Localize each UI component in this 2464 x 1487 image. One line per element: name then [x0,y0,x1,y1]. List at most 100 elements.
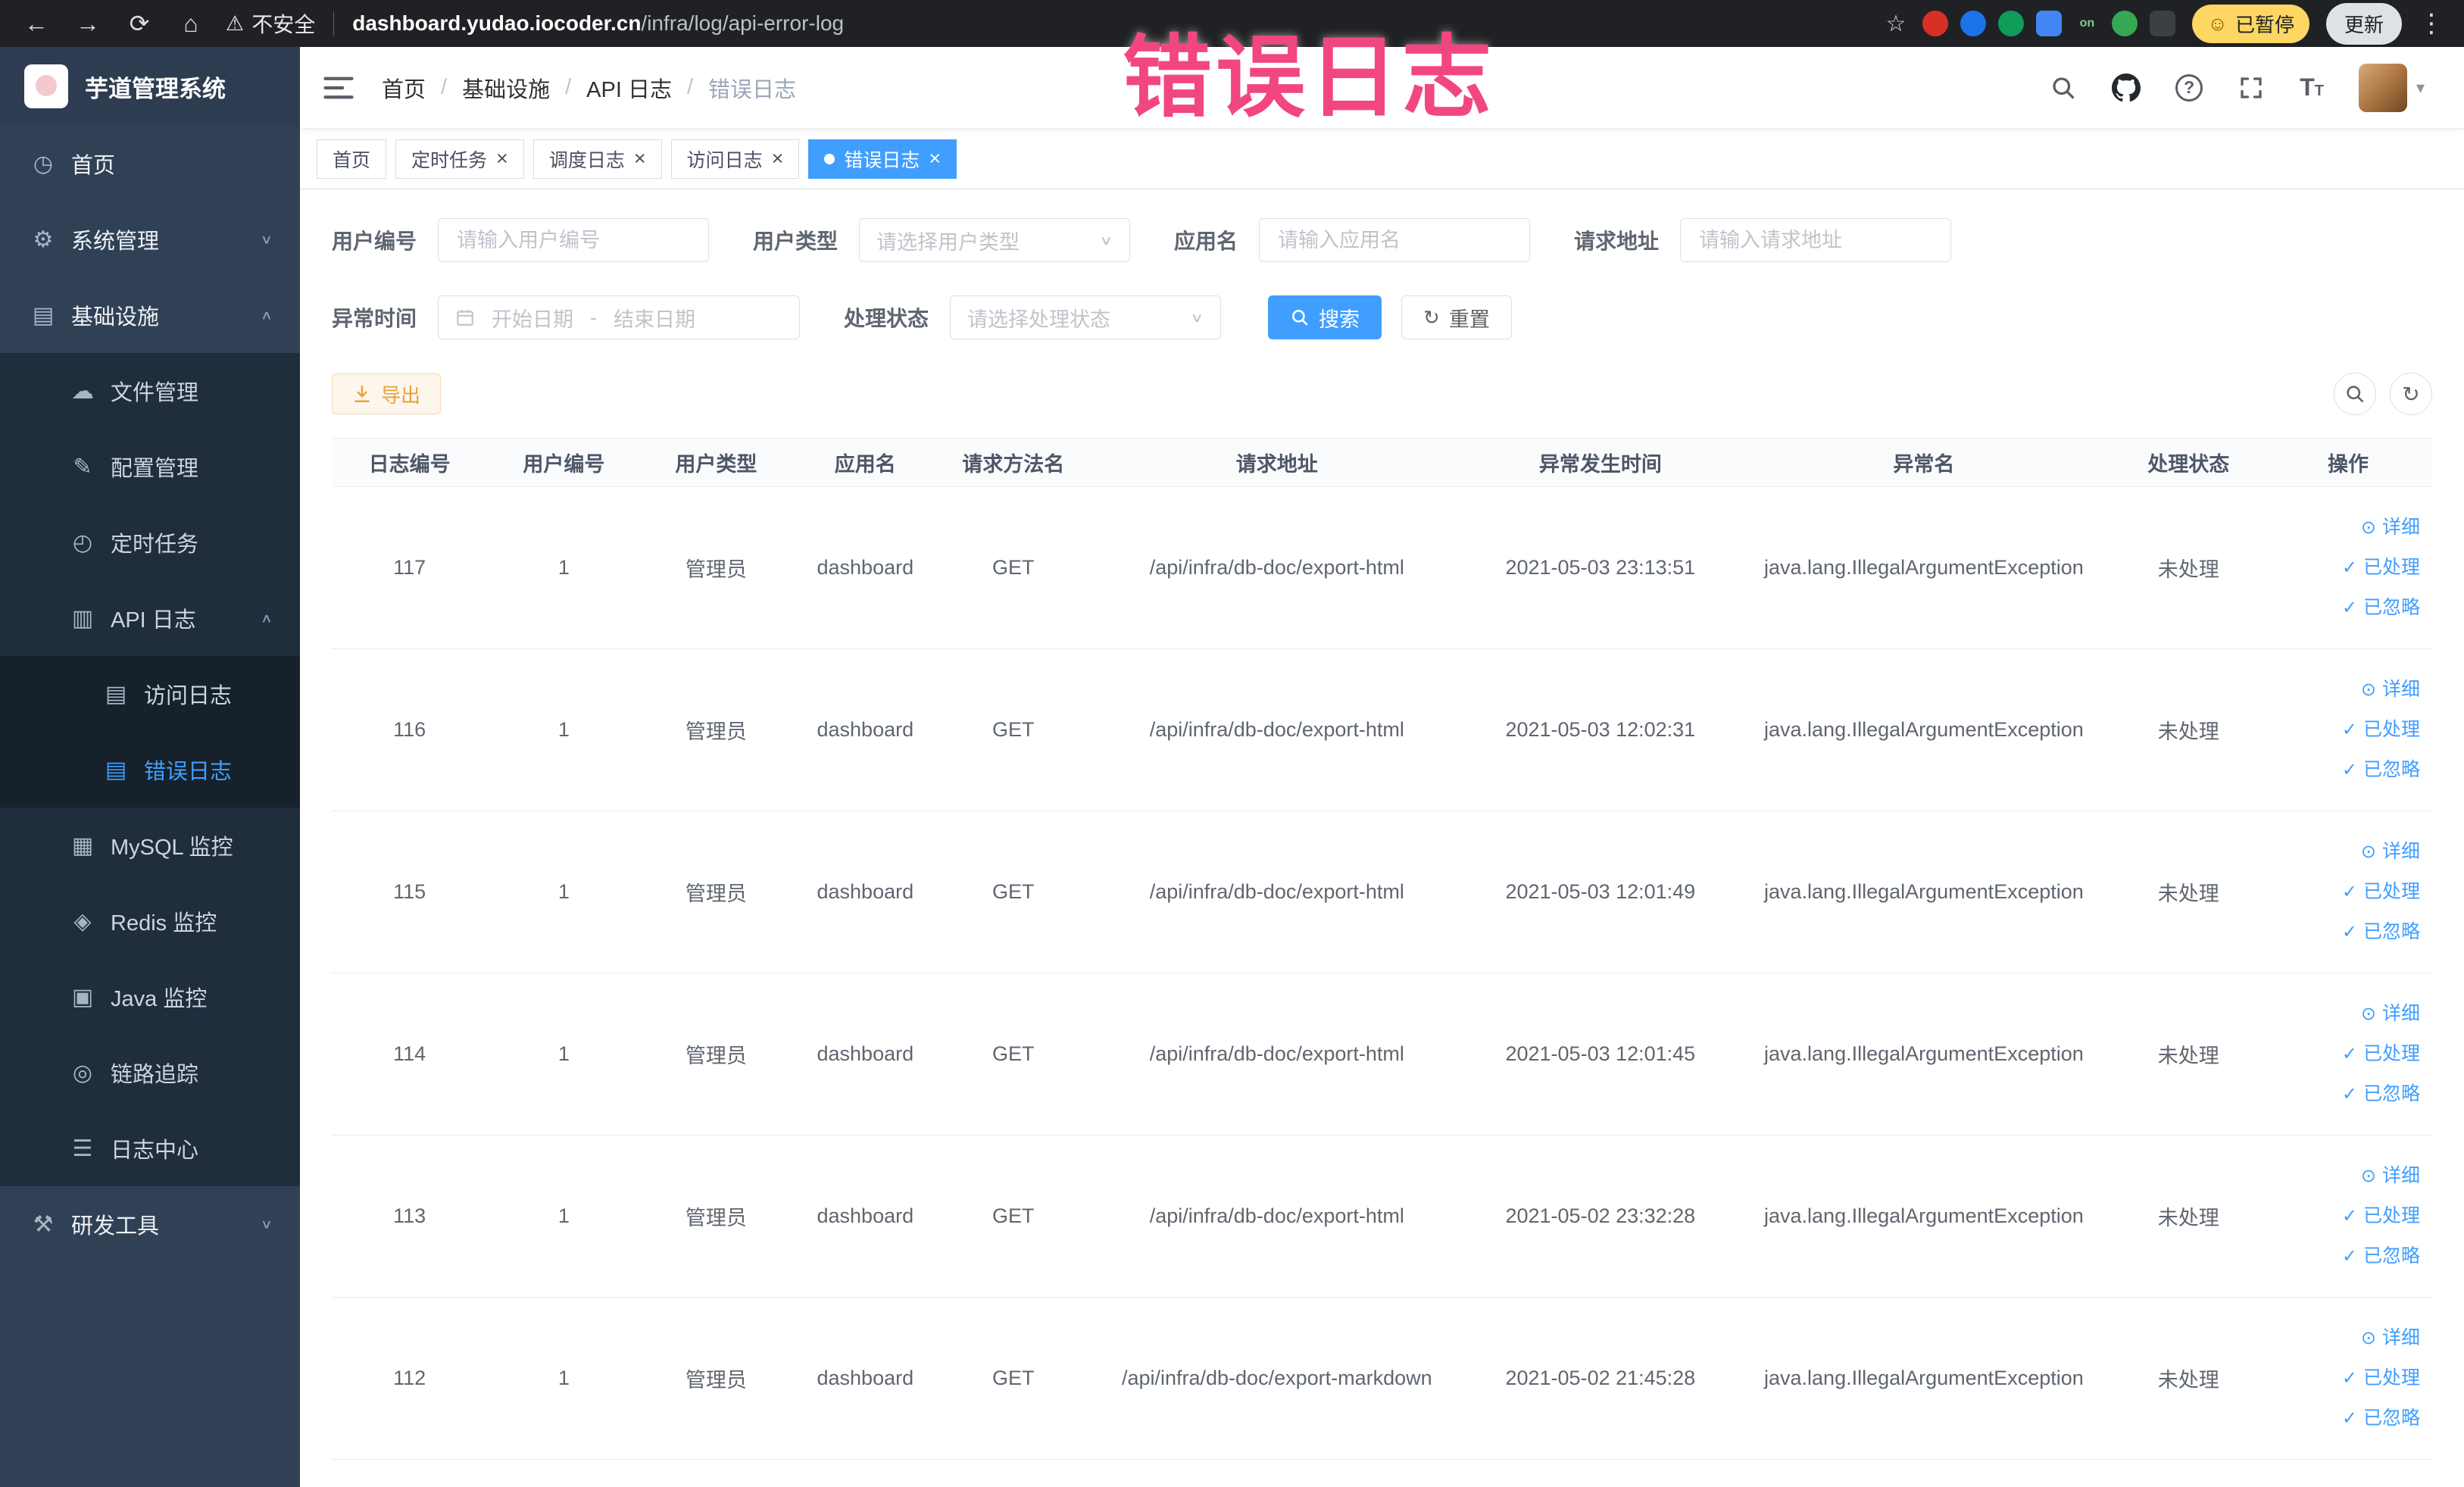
check-icon: ✓ [2341,1246,2357,1267]
tab-job-log[interactable]: 调度日志 × [532,139,662,179]
sidebar-item-log-center[interactable]: ☰ 日志中心 [0,1111,300,1186]
ignored-link[interactable]: ✓ 已忽略 [2272,750,2420,790]
detail-link[interactable]: ⊙ 详细 [2272,994,2420,1034]
processed-link[interactable]: ✓ 已处理 [2272,1034,2420,1074]
menu-dots-icon[interactable]: ⋮ [2419,8,2444,39]
extension-green-leaf-icon[interactable] [2112,11,2138,36]
back-icon[interactable]: ← [20,10,53,38]
extension-green-circle-icon[interactable] [1998,11,2025,36]
url-bar[interactable]: dashboard.yudao.iocoder.cn/infra/log/api… [352,11,844,36]
forward-icon[interactable]: → [71,10,105,38]
sidebar-item-trace[interactable]: ◎ 链路追踪 [0,1035,300,1111]
sidebar-item-access-log[interactable]: ▤ 访问日志 [0,656,300,732]
sidebar-item-java[interactable]: ▣ Java 监控 [0,959,300,1035]
export-button[interactable]: 导出 [332,373,442,414]
sidebar-item-job[interactable]: ◴ 定时任务 [0,505,300,580]
refresh-table-button[interactable]: ↻ [2390,373,2432,415]
cell-exception-name: java.lang.IllegalArgumentException [1735,486,2113,649]
detail-link[interactable]: ⊙ 详细 [2272,670,2420,710]
detail-link[interactable]: ⊙ 详细 [2272,832,2420,872]
security-label: 不安全 [251,13,316,36]
update-button[interactable]: 更新 [2325,2,2402,45]
ignored-link[interactable]: ✓ 已忽略 [2272,588,2420,628]
bookmark-star-icon[interactable]: ☆ [1886,11,1907,37]
filter-label-request-url: 请求地址 [1574,230,1660,253]
close-icon[interactable]: × [496,148,508,169]
column-header: 异常发生时间 [1466,438,1735,487]
security-chip[interactable]: ⚠ 不安全 [226,8,315,39]
cell-exception-time: 2021-05-03 12:02:31 [1466,648,1735,811]
ignored-link[interactable]: ✓ 已忽略 [2272,912,2420,952]
close-icon[interactable]: × [929,148,941,169]
eye-icon: ⊙ [2360,1328,2376,1348]
reset-button[interactable]: ↻ 重置 [1401,295,1512,339]
user-type-select[interactable]: 请选择用户类型 ∨ [859,218,1131,262]
detail-link[interactable]: ⊙ 详细 [2272,1156,2420,1196]
ignored-link[interactable]: ✓ 已忽略 [2272,1236,2420,1276]
user-menu[interactable]: ▾ [2358,63,2425,112]
ignored-link[interactable]: ✓ 已忽略 [2272,1074,2420,1114]
request-url-input[interactable] [1680,218,1952,262]
github-icon[interactable] [2112,73,2141,102]
toggle-search-button[interactable] [2334,373,2376,415]
user-id-input[interactable] [438,218,710,262]
reload-icon[interactable]: ⟳ [123,9,156,38]
detail-link[interactable]: ⊙ 详细 [2272,1318,2420,1358]
cell-method: GET [938,1135,1088,1298]
eye-icon: ⊙ [2360,1004,2376,1024]
sidebar-item-redis[interactable]: ◈ Redis 监控 [0,883,300,959]
processed-link[interactable]: ✓ 已处理 [2272,1358,2420,1398]
exception-time-range[interactable]: 开始日期 - 结束日期 [438,295,801,339]
sidebar-item-home[interactable]: ◷ 首页 [0,126,300,201]
column-header: 用户类型 [640,438,792,487]
chevron-up-icon: ∧ [260,308,273,322]
app-logo[interactable]: 芋道管理系统 [0,47,300,126]
breadcrumb-item[interactable]: 基础设施 [462,72,550,104]
sidebar-item-file[interactable]: ☁ 文件管理 [0,353,300,429]
sidebar-item-error-log[interactable]: ▤ 错误日志 [0,732,300,808]
tab-home[interactable]: 首页 [317,139,387,179]
tab-access-log-label: 访问日志 [686,149,763,171]
processed-link[interactable]: ✓ 已处理 [2272,548,2420,588]
extension-red-circle-icon[interactable] [1922,11,1949,36]
home-icon[interactable]: ⌂ [174,10,208,38]
extension-on-badge-icon[interactable]: on [2074,11,2100,36]
extension-blue-drop-icon[interactable] [1960,11,1987,36]
paused-badge[interactable]: ☺ 已暂停 [2192,4,2309,43]
user-type-placeholder: 请选择用户类型 [876,230,1020,254]
process-status-select[interactable]: 请选择处理状态 ∨ [950,295,1222,339]
processed-link[interactable]: ✓ 已处理 [2272,872,2420,912]
cell-app-name: dashboard [792,648,939,811]
sidebar-item-error-log-label: 错误日志 [144,760,233,784]
active-tab-dot [824,153,835,164]
ignored-link[interactable]: ✓ 已忽略 [2272,1398,2420,1439]
app-title: 芋道管理系统 [85,75,226,102]
sidebar-item-infra[interactable]: ▤ 基础设施 ∧ [0,277,300,353]
breadcrumb-item[interactable]: 首页 [382,72,426,104]
cell-log-id: 113 [332,1135,488,1298]
fullscreen-icon[interactable] [2238,74,2265,102]
extension-puzzle-icon[interactable] [2150,11,2176,36]
extension-blue-grid-icon[interactable] [2036,11,2063,36]
sidebar-item-system[interactable]: ⚙ 系统管理 ∨ [0,201,300,277]
detail-link[interactable]: ⊙ 详细 [2272,508,2420,548]
sidebar-item-mysql[interactable]: ▦ MySQL 监控 [0,808,300,883]
processed-link[interactable]: ✓ 已处理 [2272,710,2420,750]
sidebar-item-api-log[interactable]: ▥ API 日志 ∧ [0,580,300,656]
sidebar-item-devtools[interactable]: ⚒ 研发工具 ∨ [0,1186,300,1262]
font-size-icon[interactable]: TT [2300,73,2324,102]
close-icon[interactable]: × [634,148,646,169]
search-button[interactable]: 搜索 [1268,295,1382,339]
processed-link[interactable]: ✓ 已处理 [2272,1196,2420,1236]
hamburger-icon[interactable] [323,74,354,102]
sidebar-item-access-log-label: 访问日志 [144,684,233,708]
tab-error-log[interactable]: 错误日志 × [808,139,957,179]
sidebar-item-config[interactable]: ✎ 配置管理 [0,429,300,505]
app-name-input[interactable] [1259,218,1531,262]
tab-access-log[interactable]: 访问日志 × [670,139,800,179]
close-icon[interactable]: × [772,148,784,169]
tab-scheduled-job[interactable]: 定时任务 × [395,139,524,179]
help-icon[interactable]: ? [2175,73,2203,102]
search-icon[interactable] [2050,74,2077,102]
breadcrumb-item[interactable]: API 日志 [586,72,672,104]
